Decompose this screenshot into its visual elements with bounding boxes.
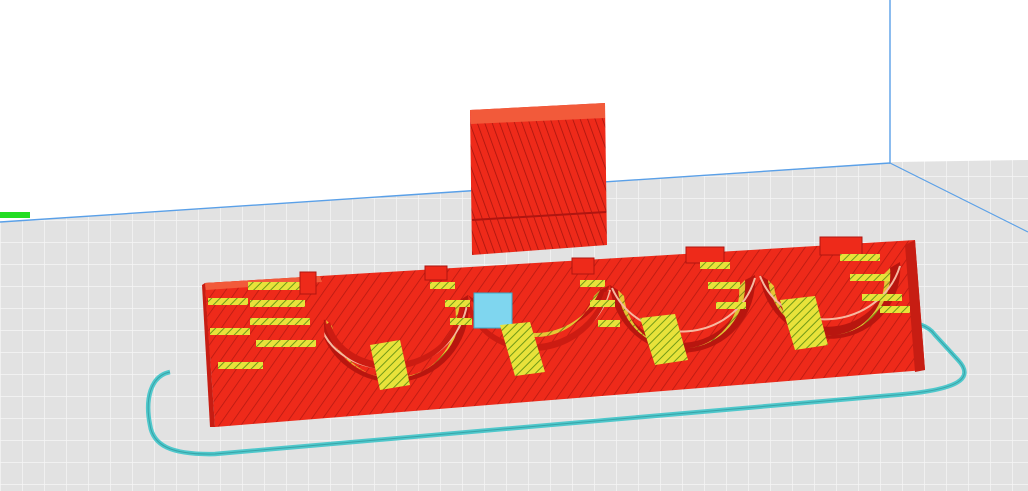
model-back-plate — [470, 103, 607, 255]
support-block — [474, 293, 512, 328]
scene-canvas[interactable] — [0, 0, 1028, 491]
axis-indicator — [0, 212, 30, 218]
3d-viewport[interactable] — [0, 0, 1028, 491]
